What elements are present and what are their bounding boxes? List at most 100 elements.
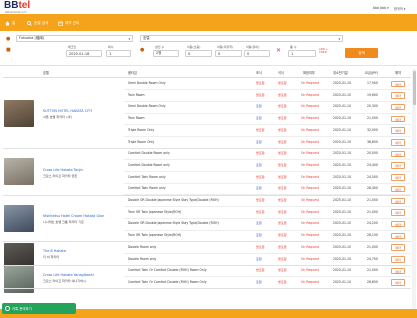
book-button[interactable]: 예약 xyxy=(391,185,405,193)
col-header-hotel: 호텔 xyxy=(43,71,49,75)
table-row: Twin Room 포함 불포함 On Request 2025-01-10 21,000… xyxy=(3,113,411,125)
room-type-cell: Comfort Twin Or Comfort Double (ROH) Roo… xyxy=(128,279,207,284)
confirm-status-cell: On Request xyxy=(301,268,319,273)
nav-hotel-search[interactable]: 호텔 검색 xyxy=(27,19,48,27)
language-select[interactable]: 한국어 ▾ xyxy=(394,6,405,11)
dinner-cell: 불포함 xyxy=(278,116,287,121)
add-child-button[interactable]: ADD + CHILD xyxy=(319,48,328,54)
breakfast-cell: 불포함 xyxy=(256,92,265,97)
adults-label: 성인 수 xyxy=(155,45,165,49)
confirm-status-cell: On Request xyxy=(301,198,319,202)
chevron-down-icon: ▾ xyxy=(338,36,340,41)
book-button[interactable]: 예약 xyxy=(391,80,405,87)
child-elementary-select[interactable]: 0 xyxy=(185,50,212,57)
dinner-cell: 불포함 xyxy=(278,244,287,249)
book-button[interactable]: 예약 xyxy=(391,92,405,99)
book-button[interactable]: 예약 xyxy=(391,220,405,228)
room-type-cell: Twin Room xyxy=(128,92,145,97)
cancel-deadline-cell: 2025-01-10 xyxy=(333,81,351,85)
table-row: Comfort Twin Or Comfort Double (ROH) Roo… xyxy=(3,265,411,277)
breakfast-cell: 불포함 xyxy=(256,151,265,156)
price-cell: 24,700 xyxy=(367,256,378,261)
price-cell: 21,000 xyxy=(367,244,378,249)
confirm-status-cell: On Request xyxy=(301,174,319,179)
book-button[interactable]: 예약 xyxy=(391,197,405,204)
nights-select[interactable]: 1 xyxy=(106,50,131,57)
room-type-cell: Triple Room Only xyxy=(128,127,155,132)
checkin-date-input[interactable]: 2025-01-16 xyxy=(66,50,102,57)
breakfast-cell: 포함 xyxy=(256,279,262,284)
book-button[interactable]: 예약 xyxy=(391,115,405,123)
confirm-status-cell: On Request xyxy=(301,256,319,261)
book-button[interactable]: 예약 xyxy=(391,267,405,275)
cancel-deadline-cell: 2025-01-10 xyxy=(333,116,351,121)
dinner-cell: 불포함 xyxy=(278,92,287,97)
keyword-input[interactable]: 호텔 ▾ xyxy=(140,35,343,42)
book-button[interactable]: 예약 xyxy=(391,139,405,146)
table-row: Twin OR Twin Japanese Style(ROH) 불포함 불포함 On… xyxy=(3,207,411,219)
book-button[interactable]: 예약 xyxy=(391,174,405,181)
book-button[interactable]: 예약 xyxy=(391,209,405,216)
price-cell: 32,000 xyxy=(367,127,378,132)
clear-icon[interactable]: ✕ xyxy=(276,47,281,54)
scrollbar[interactable] xyxy=(412,69,416,309)
checkin-date-value: 2025-01-16 xyxy=(69,51,90,56)
nav-home[interactable]: 홈 xyxy=(5,19,15,27)
col-header-confirm: 확정여부 xyxy=(303,71,315,75)
search-button[interactable]: 검색 xyxy=(345,48,378,58)
table-row: Semi Double Room Only 포함 불포함 On Request 2025… xyxy=(3,101,411,114)
book-button[interactable]: 예약 xyxy=(391,103,405,111)
logo[interactable]: BBtel xyxy=(4,1,30,11)
book-button[interactable]: 예약 xyxy=(391,232,405,240)
book-button[interactable]: 예약 xyxy=(391,256,405,263)
dinner-cell: 불포함 xyxy=(278,221,287,226)
breakfast-cell: 불포함 xyxy=(256,244,265,249)
adults-select[interactable]: 2명 xyxy=(153,50,179,57)
dinner-cell: 불포함 xyxy=(278,174,287,179)
child-infant-label: 아동(유아) xyxy=(246,45,260,49)
cancel-deadline-cell: 2025-01-10 xyxy=(333,233,351,238)
dinner-cell: 불포함 xyxy=(278,233,287,238)
book-button[interactable]: 예약 xyxy=(391,127,405,134)
child-infant-value: 0 xyxy=(247,51,250,56)
child-preschool-select[interactable]: 0 xyxy=(215,50,242,57)
rooms-label: 룸 수 xyxy=(290,45,297,49)
book-button[interactable]: 예약 xyxy=(391,244,405,251)
book-button[interactable]: 예약 xyxy=(391,150,405,158)
confirm-status-cell: On Request xyxy=(301,186,319,191)
breakfast-cell: 불포함 xyxy=(256,174,265,179)
breakfast-cell: 포함 xyxy=(256,233,262,238)
room-type-cell: Double Room only xyxy=(128,244,157,249)
price-cell: 20,300 xyxy=(367,104,378,109)
table-row: Triple Room Only 포함 불포함 On Request 2025-01-1… xyxy=(3,137,411,149)
room-type-cell: Semi Double Room Only xyxy=(128,81,166,85)
confirm-status-cell: On Request xyxy=(301,244,319,249)
table-row: Twin OR Twin Japanese Style(ROH) 포함 불포함 On … xyxy=(3,230,411,242)
cancel-deadline-cell: 2025-01-10 xyxy=(333,104,351,109)
checkin-label: 체크인 xyxy=(68,45,77,49)
confirm-status-cell: On Request xyxy=(301,279,319,284)
cancel-deadline-cell: 2025-01-10 xyxy=(333,209,351,214)
table-row: Triple Room Only 불포함 불포함 On Request 2025-01-… xyxy=(3,125,411,137)
scrollbar-thumb[interactable] xyxy=(412,71,416,105)
rooms-select[interactable]: 1 xyxy=(288,50,316,57)
price-cell: 19,600 xyxy=(367,92,378,97)
search-icon xyxy=(27,20,32,26)
region-select[interactable]: Fukuoka (福岡) ▾ xyxy=(16,35,133,42)
breakfast-cell: 포함 xyxy=(256,104,262,109)
book-button[interactable]: 예약 xyxy=(391,279,405,286)
nav-reservations[interactable]: 예약 관리 xyxy=(58,19,79,27)
user-menu[interactable]: bbb bbb ▾ xyxy=(373,6,389,10)
chevron-down-icon: ▾ xyxy=(128,36,130,41)
table-row: Double OR Double Japanese Style Stay Typ… xyxy=(3,218,411,231)
table-row: Comfort Twin Or Comfort Double (ROH) Roo… xyxy=(3,277,411,289)
confirm-status-cell: On Request xyxy=(301,116,319,121)
book-button[interactable]: 예약 xyxy=(391,162,405,169)
kakao-chat-button[interactable]: 카톡 문의하기 xyxy=(2,303,76,314)
child-infant-select[interactable]: 0 xyxy=(244,50,270,57)
confirm-status-cell: On Request xyxy=(301,233,319,238)
table-row: Twin Room 불포함 불포함 On Request 2025-01-10 19,60… xyxy=(3,90,411,102)
confirm-status-cell: On Request xyxy=(301,139,319,144)
room-type-cell: Double OR Double Japanese Style Stay Typ… xyxy=(128,198,219,202)
col-header-cancel-deadline: 취소만기일 xyxy=(333,71,348,75)
